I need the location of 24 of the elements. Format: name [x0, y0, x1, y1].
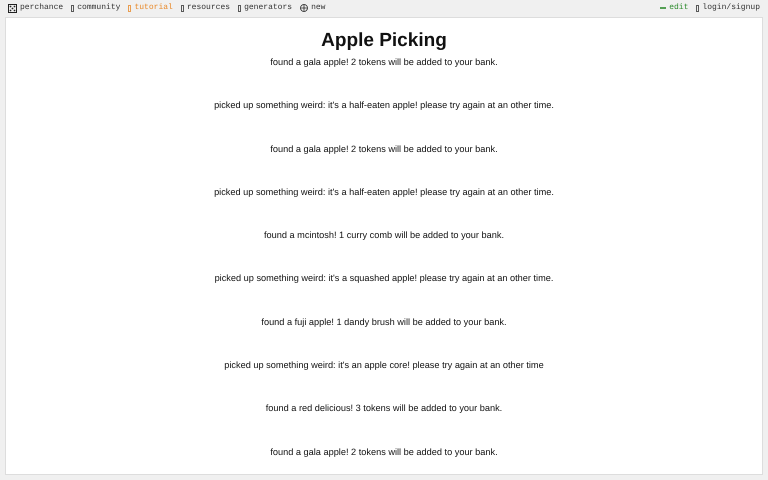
nav-link[interactable]: generators [238, 2, 292, 14]
result-text: picked up something weird: it's a squashed apple! please try again at an other time. [214, 272, 554, 284]
result-text: picked up something weird: it's a half-eaten apple! please try again at an other time. [214, 186, 554, 198]
box-icon [238, 4, 242, 12]
result-text: picked up something weird: it's a half-eaten apple! please try again at an other time. [214, 99, 554, 112]
box-icon [128, 4, 132, 12]
nav-link[interactable]: edit [660, 2, 688, 14]
nav-link[interactable]: community [71, 2, 120, 14]
dice-icon [8, 4, 17, 12]
result-text: picked up something weird: it's an apple core! please try again at an other time [224, 359, 544, 372]
nav-link[interactable]: login/signup [696, 2, 760, 14]
box-icon [71, 4, 74, 12]
nav-link[interactable]: resources [180, 2, 230, 14]
box-icon [180, 4, 184, 12]
result-text: found a gala apple! 2 tokens will be added to your bank. [270, 446, 498, 458]
page-title: Apple Picking [321, 30, 447, 52]
result-text: found a mcintosh! 1 curry comb will be added to your bank. [264, 229, 504, 242]
result-text: found a gala apple! 2 tokens will be added to your bank. [270, 56, 498, 68]
result-text: found a red delicious! 3 tokens will be added to your bank. [266, 402, 502, 414]
result-text: found a gala apple! 2 tokens will be added to your bank. [270, 142, 498, 155]
nav-link[interactable]: perchance [8, 2, 64, 14]
nav-link[interactable]: new [300, 2, 326, 14]
result-text: found a fuji apple! 1 dandy brush will be added to your bank. [261, 316, 507, 328]
box-icon [696, 4, 700, 12]
